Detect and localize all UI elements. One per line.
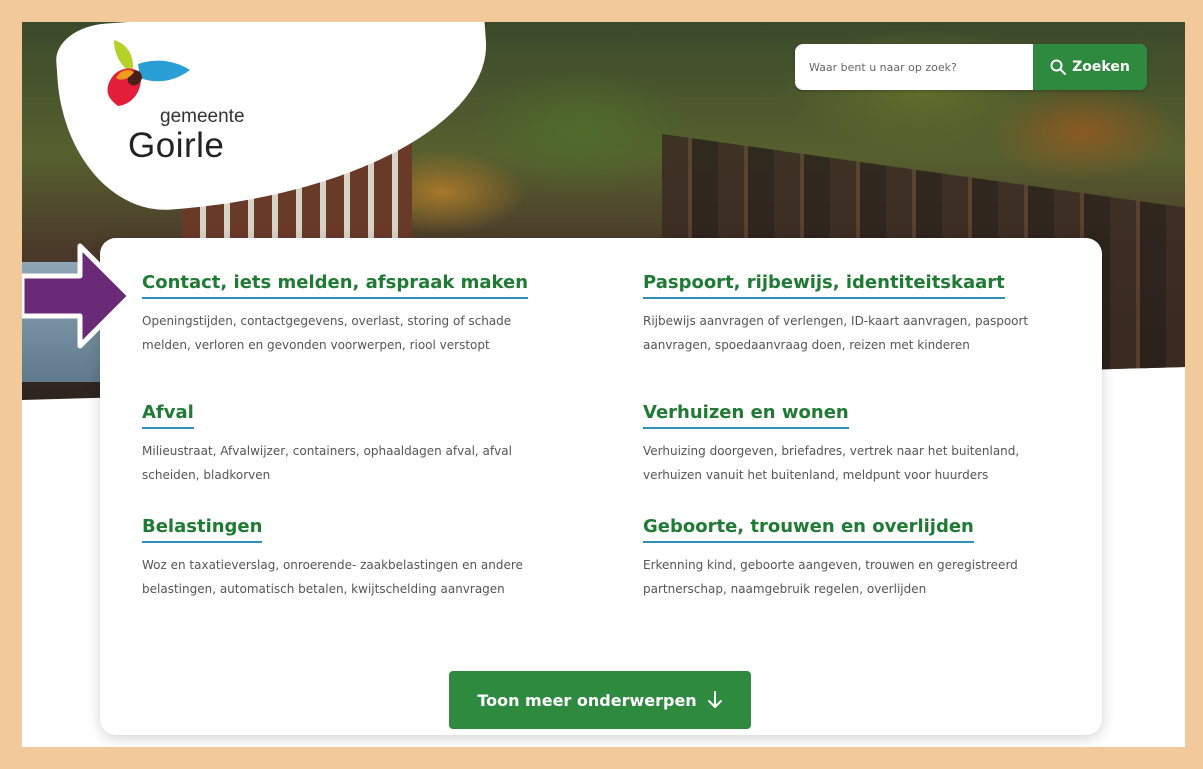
topic-title-link[interactable]: Verhuizen en wonen bbox=[643, 402, 849, 429]
topic-description: Milieustraat, Afvalwijzer, containers, o… bbox=[142, 444, 512, 482]
topic-description: Erkenning kind, geboorte aangeven, trouw… bbox=[643, 558, 1018, 596]
topic-belastingen: Belastingen Woz en taxatieverslag, onroe… bbox=[142, 516, 562, 601]
topic-geboorte: Geboorte, trouwen en overlijden Erkennin… bbox=[643, 516, 1063, 601]
topic-contact: Contact, iets melden, afspraak maken Ope… bbox=[142, 272, 562, 357]
topic-title-link[interactable]: Contact, iets melden, afspraak maken bbox=[142, 272, 529, 299]
topic-paspoort: Paspoort, rijbewijs, identiteitskaart Ri… bbox=[643, 272, 1063, 357]
topics-card: Contact, iets melden, afspraak maken Ope… bbox=[100, 238, 1102, 735]
search-button[interactable]: Zoeken bbox=[1033, 44, 1147, 90]
topic-title-link[interactable]: Afval bbox=[142, 402, 194, 429]
logo-goirle-text: Goirle bbox=[128, 126, 225, 165]
topic-afval: Afval Milieustraat, Afvalwijzer, contain… bbox=[142, 402, 562, 487]
show-more-label: Toon meer onderwerpen bbox=[477, 690, 697, 710]
search-button-label: Zoeken bbox=[1072, 59, 1130, 75]
topic-description: Woz en taxatieverslag, onroerende- zaakb… bbox=[142, 558, 523, 596]
page-frame: gemeente Goirle Zoeken Contact, iets mel… bbox=[22, 22, 1185, 747]
logo-gemeente-text: gemeente bbox=[160, 106, 245, 127]
pointer-arrow-icon bbox=[22, 243, 132, 349]
show-more-topics-button[interactable]: Toon meer onderwerpen bbox=[449, 671, 751, 729]
search-icon bbox=[1050, 59, 1067, 75]
topic-description: Rijbewijs aanvragen of verlengen, ID-kaa… bbox=[643, 314, 1029, 352]
topic-title-link[interactable]: Belastingen bbox=[142, 516, 263, 543]
arrow-down-icon bbox=[707, 691, 722, 708]
topic-description: Openingstijden, contactgegevens, overlas… bbox=[142, 314, 512, 352]
topic-title-link[interactable]: Geboorte, trouwen en overlijden bbox=[643, 516, 974, 543]
topic-title-link[interactable]: Paspoort, rijbewijs, identiteitskaart bbox=[643, 272, 1005, 299]
topic-verhuizen: Verhuizen en wonen Verhuizing doorgeven,… bbox=[643, 402, 1063, 487]
topic-description: Verhuizing doorgeven, briefadres, vertre… bbox=[643, 444, 1020, 482]
search-input[interactable] bbox=[807, 52, 1031, 82]
search-bar: Zoeken bbox=[795, 44, 1147, 90]
